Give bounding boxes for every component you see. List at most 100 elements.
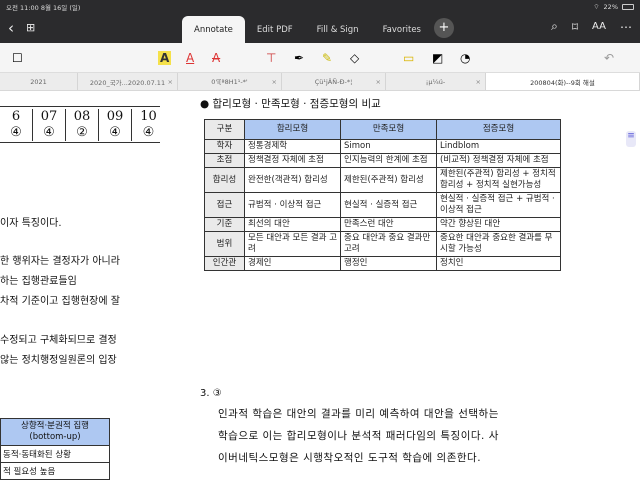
row-label: 접근 <box>204 192 245 218</box>
mini-table-header-line: (bottom-up) <box>29 432 81 442</box>
table-cell: 제한된(주관적) 합리성 + 정치적 합리성 + 정치적 실현가능성 <box>436 167 561 193</box>
doc-tab-label: 200804(화)--9회 해설 <box>530 78 595 87</box>
text-size-button[interactable]: AA <box>592 21 606 32</box>
answer-number: 08 <box>66 109 99 125</box>
document-tabs: 2021 2020_국가...2020.07.11 × 0'ï[ª8H1¹-*' ×… <box>0 73 640 91</box>
left-text-line: 이자 특징이다. <box>0 218 62 229</box>
table-cell: 경제인 <box>244 256 341 271</box>
pdf-page[interactable]: 6 07 08 09 10 ④ ④ ② ④ ④ 이자 특징이다. 한 행위자는 … <box>0 91 640 480</box>
mini-table-header-line: 상향적·분권적 집행 <box>21 421 89 431</box>
close-icon[interactable]: × <box>476 78 481 86</box>
explanation-line: 이버네틱스모형은 시행착오적인 도구적 학습에 의존한다. <box>218 452 482 464</box>
highlight-text-icon[interactable]: A <box>158 51 172 65</box>
table-header-cell: 만족모형 <box>340 119 437 140</box>
table-row: 합리성 완전한(객관적) 합리성 제한된(주관적) 합리성 제한된(주관적) 합… <box>204 167 561 193</box>
left-text-line: 수정되고 구체화되므로 결정 <box>0 335 117 346</box>
add-tab-button[interactable]: + <box>434 18 454 38</box>
table-header-cell: 점증모형 <box>436 119 561 140</box>
table-cell: 규범적 · 이상적 접근 <box>244 192 341 218</box>
table-cell: 정책결정 자체에 초점 <box>244 153 341 168</box>
divider <box>0 106 160 107</box>
table-row: 인간관 경제인 행정인 정치인 <box>204 256 561 271</box>
doc-tab[interactable]: 0'ï[ª8H1¹-*' × <box>178 73 282 90</box>
tab-fill-sign[interactable]: Fill & Sign <box>305 16 371 43</box>
doc-tab[interactable]: Çü¹jÄÑ-Ð-*¦ × <box>282 73 386 90</box>
answer-number: 07 <box>33 109 66 125</box>
explanation-line: 학습으로 이는 합리모형이나 분석적 패러다임의 특징이다. 사 <box>218 430 499 442</box>
table-header-cell: 구분 <box>204 119 245 140</box>
table-cell: 만족스런 대안 <box>340 217 437 232</box>
text-box-icon[interactable]: ⊤ <box>266 51 276 65</box>
top-toolbar: ‹ ⊞ Annotate Edit PDF Fill & Sign Favori… <box>0 13 640 43</box>
table-cell: 현실적 · 실증적 접근 <box>340 192 437 218</box>
answer-mark: ② <box>66 125 99 141</box>
underline-text-icon[interactable]: A <box>186 51 194 65</box>
table-cell: 중요 대안과 중요 결과만 고려 <box>340 231 437 257</box>
table-cell: 정통경제학 <box>244 139 341 154</box>
close-icon[interactable]: × <box>168 78 173 86</box>
answer-number-heading: 3. ③ <box>200 388 222 399</box>
table-cell: 최선의 대안 <box>244 217 341 232</box>
left-text-line: 않는 정치행정일원론의 입장 <box>0 355 117 366</box>
table-cell: 인지능력의 한계에 초점 <box>340 153 437 168</box>
shapes-icon[interactable]: ◩ <box>432 51 443 65</box>
section-heading: ● 합리모형 · 만족모형 · 점증모형의 비교 <box>200 98 381 110</box>
select-box-icon[interactable]: ☐ <box>12 51 23 65</box>
row-label: 인간관 <box>204 256 245 271</box>
comparison-table: 구분 합리모형 만족모형 점증모형 학자 정통경제학 Simon Lindblo… <box>204 119 561 271</box>
doc-tab-label: 2021 <box>30 77 47 86</box>
highlighter-icon[interactable]: ✎ <box>322 51 332 65</box>
battery-percent: 22% <box>603 2 618 11</box>
status-time: 오전 11:00 <box>6 3 39 12</box>
table-row: 범위 모든 대안과 모든 결과 고려 중요 대안과 중요 결과만 고려 중요한 … <box>204 231 561 257</box>
tab-favorites[interactable]: Favorites <box>371 16 433 43</box>
table-cell: 완전한(객관적) 합리성 <box>244 167 341 193</box>
mini-table-row: 적 필요성 높음 <box>3 467 56 477</box>
row-label: 학자 <box>204 139 245 154</box>
answer-mark: ④ <box>33 125 66 141</box>
table-header-cell: 합리모형 <box>244 119 341 140</box>
close-icon[interactable]: × <box>376 78 381 86</box>
strikethrough-icon[interactable]: A <box>212 51 220 65</box>
left-text-line: 한 행위자는 결정자가 아니라 <box>0 256 120 267</box>
doc-tab-label: Çü¹jÄÑ-Ð-*¦ <box>314 77 353 86</box>
lasso-icon[interactable]: ◔ <box>460 51 470 65</box>
status-date: 8월 16일 (일) <box>40 3 81 12</box>
status-bar: 오전 11:00 8월 16일 (일) ⌔ 22% <box>0 0 640 13</box>
doc-tab-label: 0'ï[ª8H1¹-*' <box>211 77 248 86</box>
doc-tab[interactable]: ¡µ¼ú- × <box>386 73 486 90</box>
doc-tab-active[interactable]: 200804(화)--9회 해설 <box>486 73 640 90</box>
tab-edit-pdf[interactable]: Edit PDF <box>245 16 305 43</box>
table-cell: (비교적) 정책결정 자체에 초점 <box>436 153 561 168</box>
search-icon[interactable]: ⌕ <box>551 19 558 34</box>
row-label: 합리성 <box>204 167 245 193</box>
table-cell: 행정인 <box>340 256 437 271</box>
grid-icon[interactable]: ⊞ <box>26 19 35 37</box>
tab-annotate[interactable]: Annotate <box>182 16 245 43</box>
side-panel-handle-icon[interactable]: ≡ <box>626 131 636 147</box>
answer-mark: ④ <box>142 125 155 140</box>
close-icon[interactable]: × <box>272 78 277 86</box>
bookmark-icon[interactable]: ⌑ <box>572 20 578 34</box>
table-cell: Lindblom <box>436 139 561 154</box>
eraser-icon[interactable]: ◇ <box>350 51 359 65</box>
row-label: 기준 <box>204 217 245 232</box>
doc-tab[interactable]: 2021 <box>0 73 78 90</box>
mini-table: 상향적·분권적 집행 (bottom-up) 동적·동태화된 상황 적 필요성 … <box>0 418 110 480</box>
mode-tabs: Annotate Edit PDF Fill & Sign Favorites <box>182 16 433 43</box>
section-heading-text: 합리모형 · 만족모형 · 점증모형의 비교 <box>212 98 381 110</box>
more-icon[interactable]: ⋯ <box>620 20 632 34</box>
table-row: 접근 규범적 · 이상적 접근 현실적 · 실증적 접근 현실적 · 실증적 접… <box>204 192 561 218</box>
table-row: 학자 정통경제학 Simon Lindblom <box>204 139 561 154</box>
table-cell: 정치인 <box>436 256 561 271</box>
undo-icon[interactable]: ↶ <box>604 51 614 65</box>
note-icon[interactable]: ▭ <box>403 51 414 65</box>
table-header-row: 구분 합리모형 만족모형 점증모형 <box>204 119 561 140</box>
doc-tab[interactable]: 2020_국가...2020.07.11 × <box>78 73 178 90</box>
table-cell: 약간 향상된 대안 <box>436 217 561 232</box>
back-chevron-icon[interactable]: ‹ <box>8 19 14 37</box>
row-label: 초점 <box>204 153 245 168</box>
mini-table-header: 상향적·분권적 집행 (bottom-up) <box>1 419 109 446</box>
divider <box>0 142 160 143</box>
pen-icon[interactable]: ✒ <box>294 51 304 65</box>
